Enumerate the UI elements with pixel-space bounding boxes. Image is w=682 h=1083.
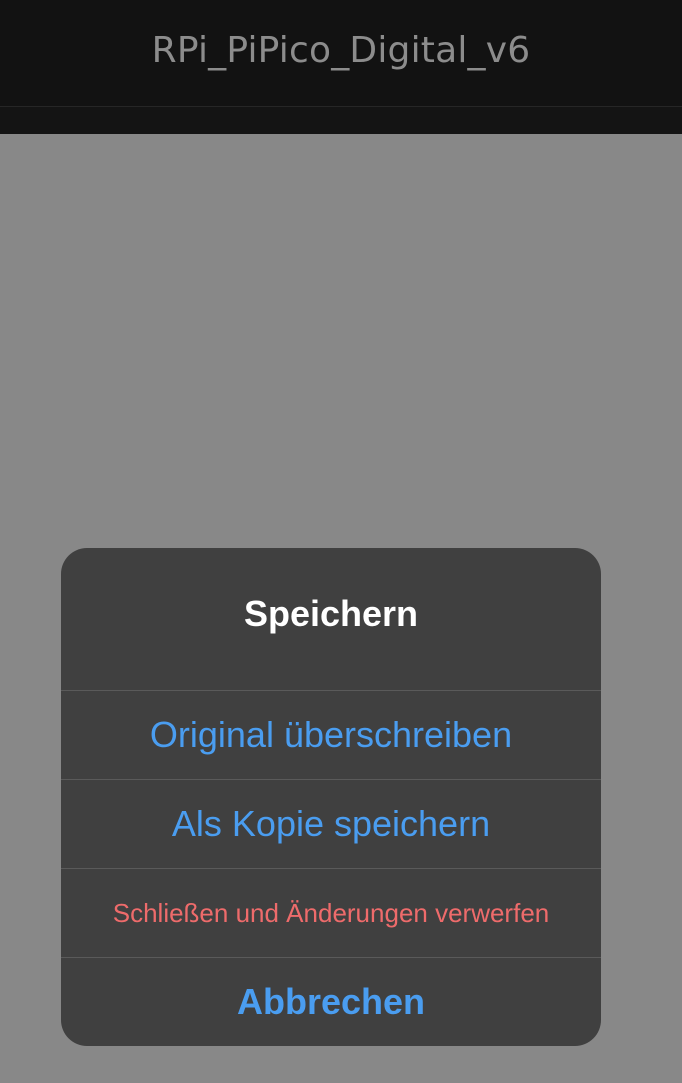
toolbar-strip <box>0 107 682 134</box>
save-alert-dialog: Speichern Original überschreiben Als Kop… <box>61 548 601 1046</box>
alert-header: Speichern <box>61 548 601 690</box>
cancel-label: Abbrechen <box>236 981 426 1022</box>
overwrite-original-button[interactable]: Original überschreiben <box>61 690 601 779</box>
discard-changes-label: Schließen und Änderungen verwerfen <box>112 897 550 928</box>
save-as-copy-button[interactable]: Als Kopie speichern <box>61 779 601 868</box>
overwrite-original-label: Original überschreiben <box>149 714 513 755</box>
cancel-button[interactable]: Abbrechen <box>61 957 601 1046</box>
navigation-bar: RPi_PiPico_Digital_v6 <box>0 0 682 107</box>
discard-changes-button[interactable]: Schließen und Änderungen verwerfen <box>61 868 601 957</box>
alert-title: Speichern <box>243 593 419 634</box>
app-window: RPi_PiPico_Digital_v6 Speichern Original… <box>0 0 682 1083</box>
save-as-copy-label: Als Kopie speichern <box>171 803 491 844</box>
nav-title: RPi_PiPico_Digital_v6 <box>151 29 531 71</box>
